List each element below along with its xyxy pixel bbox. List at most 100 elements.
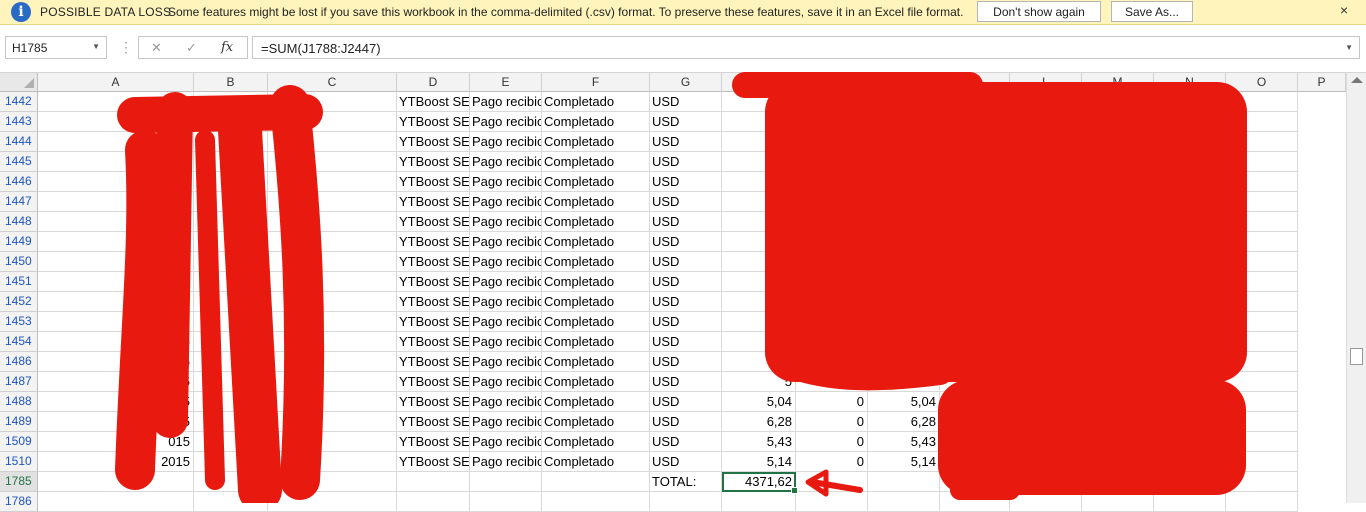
cell-h-amount[interactable]: 5,14 [722,452,796,472]
cell-a-date[interactable]: 15 [38,132,194,152]
cell[interactable] [940,332,1010,352]
cell[interactable] [1226,252,1298,272]
cell[interactable] [1010,272,1082,292]
cell-i-fee[interactable]: 0 [796,452,868,472]
cell[interactable] [1154,432,1226,452]
cell-e-type[interactable]: Pago recibic [470,232,542,252]
cell[interactable] [1154,252,1226,272]
row-header[interactable]: 1449 [0,232,38,252]
cell-h-amount[interactable]: 5,0 [722,352,796,372]
cell-i-fee[interactable]: 0 [796,412,868,432]
row-header[interactable]: 1448 [0,212,38,232]
cell-i-fee[interactable] [796,352,868,372]
cell-f-status[interactable]: Completado [542,372,650,392]
cell-f-status[interactable]: Completado [542,112,650,132]
cell-i-fee[interactable] [796,252,868,272]
vertical-scrollbar[interactable] [1346,73,1366,503]
cell-d-name[interactable]: YTBoost SE( [397,112,470,132]
cell[interactable] [1226,452,1298,472]
cell[interactable] [1082,212,1154,232]
column-header-j[interactable]: J [868,73,940,92]
cell[interactable] [1154,172,1226,192]
cell[interactable] [1082,192,1154,212]
cell-g-currency[interactable]: USD [650,372,722,392]
cell-j-net[interactable] [868,212,940,232]
cell[interactable] [1154,492,1226,512]
cell[interactable] [268,372,397,392]
cell-j-net[interactable] [868,112,940,132]
cell[interactable] [1010,312,1082,332]
cell-f-status[interactable]: Completado [542,252,650,272]
scroll-thumb[interactable] [1350,348,1363,365]
insert-function-icon[interactable]: fx [221,40,233,55]
cell[interactable] [194,192,268,212]
cell[interactable] [268,152,397,172]
formula-input[interactable]: =SUM(J1788:J2447) ▼ [252,36,1360,59]
select-all-corner[interactable] [0,73,38,92]
enter-icon[interactable]: ✓ [186,40,197,56]
column-header-b[interactable]: B [194,73,268,92]
cell-g-currency[interactable]: USD [650,172,722,192]
row-header[interactable]: 1509 [0,432,38,452]
name-box[interactable]: H1785 ▼ [5,36,107,59]
cell-i-fee[interactable] [796,112,868,132]
cell[interactable] [1154,372,1226,392]
cell-h-amount[interactable]: 6,1 [722,332,796,352]
cell-j-net[interactable] [868,272,940,292]
cell[interactable] [940,132,1010,152]
column-header-k[interactable]: K [940,73,1010,92]
cell-f-status[interactable]: Completado [542,212,650,232]
cell-a-date[interactable]: 15 [38,152,194,172]
cell[interactable] [268,192,397,212]
cell-f-status[interactable]: Completado [542,412,650,432]
cell-e-type[interactable]: Pago recibic [470,292,542,312]
cell-a-date[interactable]: 15 [38,172,194,192]
cell[interactable] [1154,472,1226,492]
row-header[interactable]: 1510 [0,452,38,472]
cell-g-currency[interactable]: USD [650,152,722,172]
cell[interactable] [1082,172,1154,192]
row-header[interactable]: 1454 [0,332,38,352]
cell-h-amount[interactable] [722,112,796,132]
cell-g-currency[interactable]: USD [650,192,722,212]
cell-d-name[interactable]: YTBoost SE( [397,132,470,152]
cell[interactable] [194,452,268,472]
cell[interactable] [1010,472,1082,492]
cell[interactable] [940,352,1010,372]
cell-g-currency[interactable]: USD [650,252,722,272]
cell[interactable] [1154,192,1226,212]
cell[interactable] [1082,372,1154,392]
cell[interactable] [722,492,796,512]
cell-h-amount[interactable]: 8 [722,172,796,192]
cell[interactable] [268,232,397,252]
cell-d-name[interactable]: YTBoost SE( [397,152,470,172]
cell[interactable] [268,172,397,192]
cell[interactable] [1082,152,1154,172]
cell[interactable] [1082,492,1154,512]
cell-i-fee[interactable] [796,132,868,152]
cell-f-status[interactable]: Completado [542,352,650,372]
cell[interactable] [1082,352,1154,372]
cell-i-fee[interactable] [796,212,868,232]
row-header[interactable]: 1452 [0,292,38,312]
cell-g-currency[interactable]: USD [650,132,722,152]
cell[interactable] [268,332,397,352]
row-header[interactable]: 1488 [0,392,38,412]
cell[interactable] [1226,472,1298,492]
cell[interactable] [1226,292,1298,312]
column-header-d[interactable]: D [397,73,470,92]
cell-a-date[interactable]: 015 [38,252,194,272]
cell-a-date[interactable] [38,92,194,112]
cell-d-name[interactable]: YTBoost SE( [397,452,470,472]
cell-f-status[interactable]: Completado [542,292,650,312]
cell[interactable] [1010,352,1082,372]
cell-a-date[interactable]: 2015 [38,452,194,472]
cell[interactable] [1082,272,1154,292]
cell[interactable] [1082,332,1154,352]
cell[interactable] [1226,112,1298,132]
cell-e-type[interactable]: Pago recibic [470,412,542,432]
cell[interactable] [397,472,470,492]
column-header-h[interactable]: H [722,73,796,92]
cell[interactable] [1010,412,1082,432]
active-cell-selection[interactable] [722,472,798,494]
